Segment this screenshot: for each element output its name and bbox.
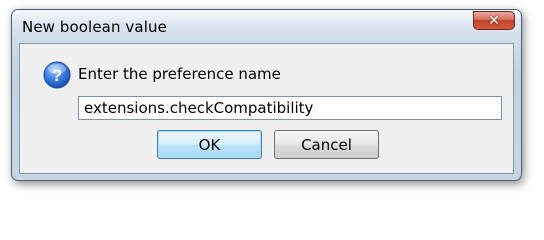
- svg-text:?: ?: [52, 66, 62, 85]
- dialog-window: New boolean value ✕ ? Enter the preferen…: [11, 9, 522, 181]
- prompt-label: Enter the preference name: [78, 65, 281, 83]
- question-icon: ?: [43, 61, 71, 89]
- ok-button[interactable]: OK: [157, 130, 262, 159]
- ok-button-label: OK: [198, 135, 221, 154]
- dialog-title: New boolean value: [22, 18, 167, 36]
- preference-name-input[interactable]: extensions.checkCompatibility: [78, 96, 502, 120]
- cancel-button[interactable]: Cancel: [274, 130, 379, 159]
- dialog-body: ? Enter the preference name extensions.c…: [19, 43, 514, 174]
- cancel-button-label: Cancel: [301, 135, 352, 154]
- close-icon: ✕: [488, 12, 500, 29]
- close-button[interactable]: ✕: [473, 11, 515, 30]
